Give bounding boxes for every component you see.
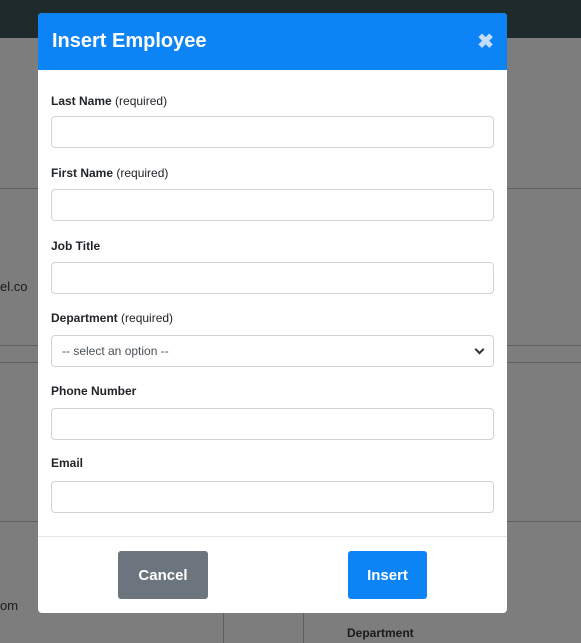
department-label: Department (required)	[51, 311, 174, 325]
job-title-group: Job Title	[51, 239, 494, 294]
chevron-down-icon	[474, 344, 485, 354]
close-icon[interactable]: ✖	[477, 32, 494, 52]
first-name-input[interactable]	[51, 189, 494, 221]
background-divider	[223, 608, 224, 643]
last-name-group: Last Name (required)	[51, 94, 494, 148]
department-group: Department (required) -- select an optio…	[51, 311, 494, 367]
phone-label: Phone Number	[51, 384, 137, 398]
background-email-partial: om	[0, 598, 19, 613]
modal-title: Insert Employee	[52, 30, 207, 52]
first-name-label: First Name (required)	[51, 166, 169, 180]
modal-footer: Cancel Insert	[38, 536, 507, 613]
email-label: Email	[51, 456, 84, 470]
insert-employee-modal: Insert Employee ✖ Last Name (required) F…	[38, 13, 507, 613]
cancel-button[interactable]: Cancel	[118, 551, 208, 599]
background-email-partial: el.co	[0, 279, 28, 294]
email-group: Email	[51, 456, 494, 513]
email-input[interactable]	[51, 481, 494, 513]
last-name-input[interactable]	[51, 116, 494, 148]
department-select[interactable]: -- select an option --	[51, 335, 494, 367]
job-title-label: Job Title	[51, 239, 101, 253]
first-name-group: First Name (required)	[51, 166, 494, 221]
last-name-label: Last Name (required)	[51, 94, 168, 108]
background-column-header: Department	[347, 626, 414, 640]
phone-group: Phone Number	[51, 384, 494, 440]
background-divider	[303, 608, 304, 643]
phone-input[interactable]	[51, 408, 494, 440]
insert-button[interactable]: Insert	[348, 551, 427, 599]
modal-header: Insert Employee ✖	[38, 13, 507, 70]
department-selected-value: -- select an option --	[62, 344, 169, 358]
job-title-input[interactable]	[51, 262, 494, 294]
